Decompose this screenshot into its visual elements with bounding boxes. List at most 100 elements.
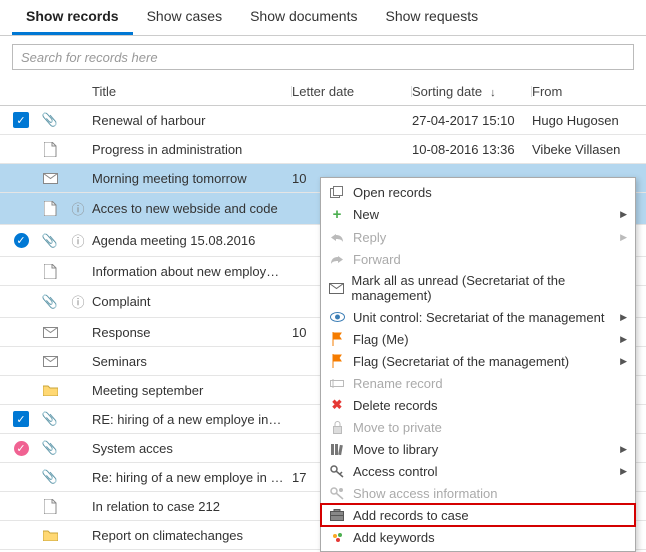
type-icon: 📎 <box>36 112 64 128</box>
row-title: Complaint <box>92 294 292 309</box>
type-icon <box>36 384 64 396</box>
menu-item-add-keywords[interactable]: Add keywords <box>321 526 635 548</box>
menu-item-open-records[interactable]: Open records <box>321 181 635 203</box>
chevron-right-icon: ▶ <box>620 334 627 345</box>
info-icon: ⓘ <box>64 199 92 218</box>
rename-icon <box>327 378 347 389</box>
search-input[interactable]: Search for records here <box>12 44 634 70</box>
type-icon <box>36 264 64 279</box>
menu-label: Access control <box>353 464 438 479</box>
chevron-right-icon: ▶ <box>620 232 627 243</box>
menu-item-mark-all-as-unread-secretariat-of-the-management[interactable]: Mark all as unread (Secretariat of the m… <box>321 270 635 306</box>
type-icon <box>36 201 64 216</box>
tab-cases[interactable]: Show cases <box>133 0 236 35</box>
reply-icon <box>327 232 347 243</box>
row-sort-date: 27-04-2017 15:10 <box>412 113 532 128</box>
type-icon: 📎 <box>36 411 64 427</box>
row-checkbox[interactable]: ✓ <box>6 112 36 128</box>
menu-item-reply: Reply ▶ <box>321 226 635 248</box>
type-icon <box>36 173 64 184</box>
mailclosed-icon <box>327 283 345 294</box>
plus-icon: + <box>327 206 347 223</box>
row-title: Report on climatechanges <box>92 528 292 543</box>
type-icon: 📎 <box>36 233 64 249</box>
menu-label: Reply <box>353 230 386 245</box>
chevron-right-icon: ▶ <box>620 444 627 455</box>
type-icon <box>36 327 64 338</box>
type-icon: 📎 <box>36 294 64 310</box>
row-title: Re: hiring of a new employe in su... <box>92 470 292 485</box>
menu-label: Show access information <box>353 486 498 501</box>
menu-label: Delete records <box>353 398 438 413</box>
keywords-icon <box>327 531 347 544</box>
table-row[interactable]: ✓📎Renewal of harbour27-04-2017 15:10Hugo… <box>0 106 646 135</box>
row-title: Response <box>92 325 292 340</box>
row-title: RE: hiring of a new employe in su... <box>92 412 292 427</box>
col-title[interactable]: Title <box>92 84 292 99</box>
col-letter-date[interactable]: Letter date <box>292 84 412 99</box>
menu-label: Move to library <box>353 442 438 457</box>
sort-desc-icon: ↓ <box>490 87 496 99</box>
chevron-right-icon: ▶ <box>620 466 627 477</box>
table-row[interactable]: Progress in administration 10-08-2016 13:… <box>0 135 646 164</box>
library-icon <box>327 443 347 456</box>
menu-item-unit-control-secretariat-of-the-management[interactable]: Unit control: Secretariat of the managem… <box>321 306 635 328</box>
menu-item-move-to-private: Move to private <box>321 416 635 438</box>
tab-documents[interactable]: Show documents <box>236 0 371 35</box>
row-title: Information about new employer... <box>92 264 292 279</box>
menu-label: Rename record <box>353 376 443 391</box>
menu-item-flag-secretariat-of-the-management[interactable]: Flag (Secretariat of the management)▶ <box>321 350 635 372</box>
tab-records[interactable]: Show records <box>12 0 133 35</box>
menu-item-add-records-to-case[interactable]: Add records to case <box>321 504 635 526</box>
row-checkbox[interactable]: ✓ <box>6 441 36 456</box>
menu-item-new[interactable]: + New ▶ <box>321 203 635 226</box>
menu-label: Move to private <box>353 420 442 435</box>
row-title: Meeting september <box>92 383 292 398</box>
context-menu: Open records + New ▶ Reply ▶ Forward Mark all a… <box>320 177 636 552</box>
eye-icon <box>327 312 347 322</box>
menu-item-rename-record: Rename record <box>321 372 635 394</box>
row-sort-date: 10-08-2016 13:36 <box>412 142 532 157</box>
col-from[interactable]: From <box>532 84 646 99</box>
row-from: Vibeke Villasen <box>532 142 646 157</box>
row-title: Agenda meeting 15.08.2016 <box>92 233 292 248</box>
delete-icon: ✖ <box>327 397 347 413</box>
col-sorting-date[interactable]: Sorting date↓ <box>412 84 532 99</box>
menu-item-access-control[interactable]: Access control ▶ <box>321 460 635 482</box>
menu-item-forward: Forward <box>321 248 635 270</box>
type-icon: 📎 <box>36 440 64 456</box>
menu-label: Mark all as unread (Secretariat of the m… <box>351 273 625 303</box>
row-title: System acces <box>92 441 292 456</box>
access-icon <box>327 465 347 478</box>
type-icon <box>36 499 64 514</box>
menu-label: Flag (Me) <box>353 332 409 347</box>
menu-item-delete-records[interactable]: ✖ Delete records <box>321 394 635 416</box>
table-header: Title Letter date Sorting date↓ From <box>0 78 646 106</box>
row-title: Seminars <box>92 354 292 369</box>
tab-bar: Show records Show cases Show documents S… <box>0 0 646 36</box>
chevron-right-icon: ▶ <box>620 209 627 220</box>
menu-label: Open records <box>353 185 432 200</box>
menu-label: New <box>353 207 379 222</box>
showaccess-icon <box>327 487 347 500</box>
chevron-right-icon: ▶ <box>620 356 627 367</box>
flag-orange-icon <box>327 332 347 346</box>
menu-label: Add keywords <box>353 530 435 545</box>
open-icon <box>327 186 347 198</box>
info-icon: ⓘ <box>64 292 92 311</box>
info-icon: ⓘ <box>64 231 92 250</box>
row-title: Morning meeting tomorrow <box>92 171 292 186</box>
menu-item-flag-me[interactable]: Flag (Me) ▶ <box>321 328 635 350</box>
row-checkbox[interactable]: ✓ <box>6 233 36 248</box>
tab-requests[interactable]: Show requests <box>371 0 492 35</box>
row-title: Progress in administration <box>92 142 292 157</box>
menu-item-move-to-library[interactable]: Move to library ▶ <box>321 438 635 460</box>
private-icon <box>327 421 347 434</box>
addcase-icon <box>327 509 347 521</box>
forward-icon <box>327 254 347 265</box>
row-checkbox[interactable]: ✓ <box>6 411 36 427</box>
chevron-right-icon: ▶ <box>620 312 627 323</box>
row-title: Renewal of harbour <box>92 113 292 128</box>
menu-item-show-access-information: Show access information <box>321 482 635 504</box>
menu-label: Add records to case <box>353 508 469 523</box>
